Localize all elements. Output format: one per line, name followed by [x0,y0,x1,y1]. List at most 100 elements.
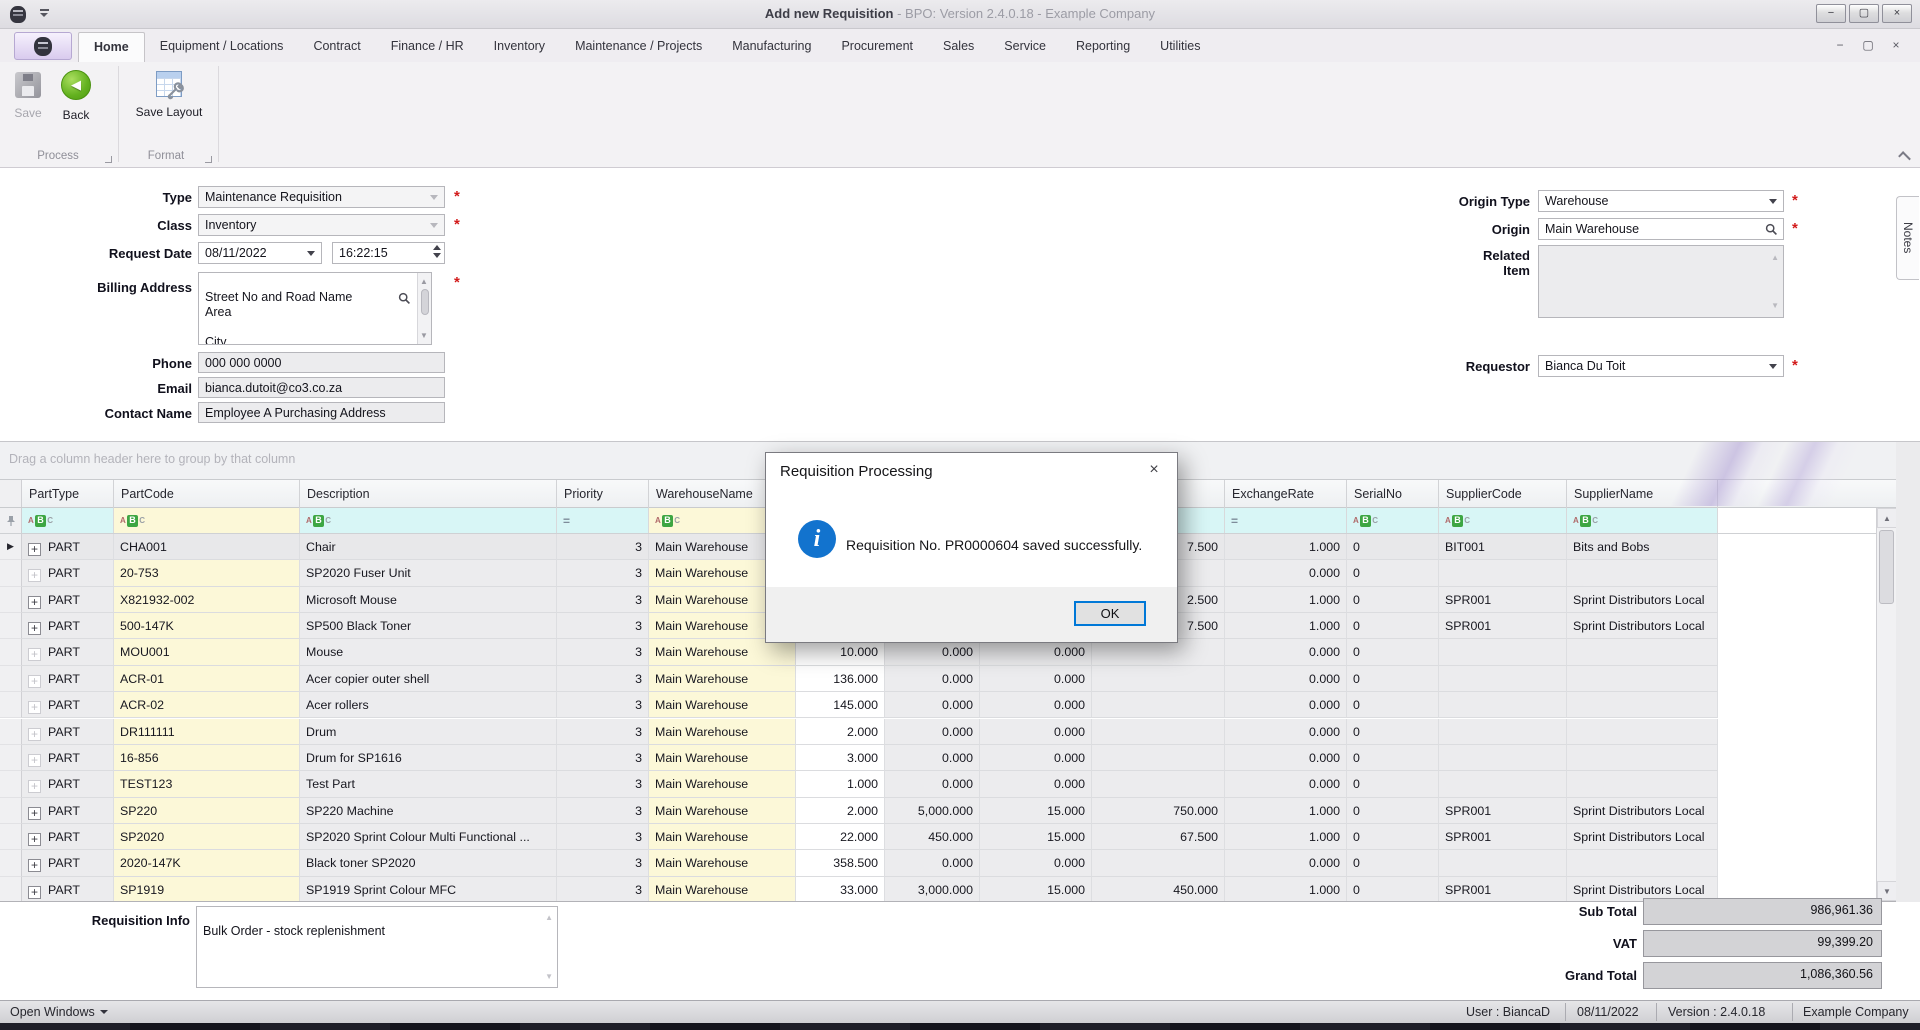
grid-cell[interactable]: 3 [557,534,649,560]
grid-cell[interactable]: 500-147K [114,613,300,639]
grid-cell[interactable]: Acer rollers [300,692,557,718]
grid-cell[interactable]: Microsoft Mouse [300,587,557,613]
grid-cell[interactable]: 0.000 [885,850,980,876]
grid-cell[interactable]: +PART [22,692,114,718]
requestor-field[interactable]: Bianca Du Toit [1538,355,1784,377]
grid-cell[interactable]: MOU001 [114,639,300,665]
grid-cell[interactable]: 0 [1347,692,1439,718]
grid-cell[interactable]: Main Warehouse [649,798,796,824]
grid-cell[interactable]: 2.000 [796,798,885,824]
table-row[interactable]: +PARTACR-02Acer rollers3Main Warehouse14… [0,692,1896,718]
tab-utilities[interactable]: Utilities [1145,32,1215,62]
grid-cell[interactable] [1567,745,1718,771]
close-button[interactable]: × [1882,4,1912,23]
grid-cell[interactable] [1092,850,1225,876]
expand-icon[interactable]: + [28,886,41,899]
grid-cell[interactable]: 0 [1347,587,1439,613]
grid-cell[interactable] [1439,850,1567,876]
grid-cell[interactable]: 0.000 [885,639,980,665]
grid-cell[interactable]: +PART [22,824,114,850]
grid-cell[interactable]: Mouse [300,639,557,665]
grid-cell[interactable]: +PART [22,666,114,692]
grid-cell[interactable] [1092,745,1225,771]
grid-cell[interactable]: +PART [22,639,114,665]
grid-cell[interactable]: +PART [22,771,114,797]
grid-cell[interactable]: 0.000 [885,745,980,771]
table-row[interactable]: +PARTSP1919SP1919 Sprint Colour MFC3Main… [0,877,1896,902]
expand-icon[interactable]: + [28,780,41,793]
expand-icon[interactable]: + [28,596,41,609]
table-row[interactable]: +PARTSP2020SP2020 Sprint Colour Multi Fu… [0,824,1896,850]
expand-icon[interactable]: + [28,622,41,635]
tab-manufacturing[interactable]: Manufacturing [717,32,826,62]
grid-cell[interactable]: 2020-147K [114,850,300,876]
grid-cell[interactable]: 20-753 [114,560,300,586]
grid-cell[interactable]: +PART [22,560,114,586]
ok-button[interactable]: OK [1074,601,1146,626]
mdi-close-icon[interactable]: × [1882,34,1910,56]
grid-cell[interactable]: Main Warehouse [649,771,796,797]
grid-cell[interactable]: 3 [557,771,649,797]
grid-cell[interactable]: 0 [1347,719,1439,745]
column-header-suppliercode[interactable]: SupplierCode [1439,480,1567,508]
grid-cell[interactable] [1439,560,1567,586]
grid-cell[interactable]: 0.000 [980,692,1092,718]
grid-cell[interactable]: 0 [1347,534,1439,560]
tab-home[interactable]: Home [78,32,145,62]
grid-cell[interactable]: X821932-002 [114,587,300,613]
grid-cell[interactable]: Sprint Distributors Local [1567,587,1718,613]
column-header-partcode[interactable]: PartCode [114,480,300,508]
grid-cell[interactable]: 0.000 [1225,666,1347,692]
grid-cell[interactable]: +PART [22,587,114,613]
scroll-thumb[interactable] [421,289,429,315]
grid-cell[interactable] [1567,719,1718,745]
grid-cell[interactable]: SP2020 [114,824,300,850]
grid-cell[interactable]: Main Warehouse [649,877,796,902]
tab-sales[interactable]: Sales [928,32,989,62]
column-header-priority[interactable]: Priority [557,480,649,508]
expand-icon[interactable]: + [28,701,41,714]
chevron-down-icon[interactable] [430,223,438,228]
mdi-maximize-icon[interactable]: ▢ [1854,34,1882,56]
grid-cell[interactable]: Main Warehouse [649,824,796,850]
grid-vertical-scrollbar[interactable]: ▲ ▼ [1876,508,1896,901]
grid-cell[interactable]: Sprint Distributors Local [1567,613,1718,639]
grid-cell[interactable]: 2.000 [796,719,885,745]
grid-cell[interactable]: Main Warehouse [649,745,796,771]
grid-cell[interactable]: 0 [1347,560,1439,586]
expand-icon[interactable]: + [28,569,41,582]
grid-cell[interactable]: 3.000 [796,745,885,771]
grid-cell[interactable]: Sprint Distributors Local [1567,798,1718,824]
grid-cell[interactable]: SPR001 [1439,587,1567,613]
grid-cell[interactable] [1567,639,1718,665]
grid-cell[interactable]: 0 [1347,877,1439,902]
grid-cell[interactable] [1567,666,1718,692]
grid-cell[interactable]: 0.000 [1225,560,1347,586]
grid-cell[interactable]: Chair [300,534,557,560]
grid-cell[interactable]: 3 [557,798,649,824]
grid-cell[interactable] [1092,719,1225,745]
grid-cell[interactable]: 0 [1347,798,1439,824]
grid-cell[interactable]: 145.000 [796,692,885,718]
chevron-down-icon[interactable] [1769,364,1777,369]
grid-cell[interactable]: 0 [1347,745,1439,771]
grid-cell[interactable]: Bits and Bobs [1567,534,1718,560]
grid-cell[interactable]: 1.000 [1225,877,1347,902]
grid-cell[interactable]: 0.000 [885,692,980,718]
grid-cell[interactable] [1092,692,1225,718]
grid-cell[interactable]: SP220 Machine [300,798,557,824]
grid-cell[interactable]: SPR001 [1439,877,1567,902]
grid-cell[interactable] [1567,771,1718,797]
grid-cell[interactable]: 0.000 [885,771,980,797]
grid-cell[interactable] [1439,666,1567,692]
mdi-minimize-icon[interactable]: − [1826,34,1854,56]
grid-cell[interactable]: 0.000 [1225,771,1347,797]
grid-cell[interactable]: 67.500 [1092,824,1225,850]
grid-cell[interactable]: 0.000 [980,666,1092,692]
filter-cell[interactable]: = [1225,508,1347,533]
expand-icon[interactable]: + [28,807,41,820]
grid-cell[interactable]: 1.000 [1225,824,1347,850]
grid-cell[interactable]: Main Warehouse [649,639,796,665]
notes-side-tab[interactable]: Notes [1896,196,1919,280]
scrollbar[interactable]: ▲ ▼ [417,273,431,344]
